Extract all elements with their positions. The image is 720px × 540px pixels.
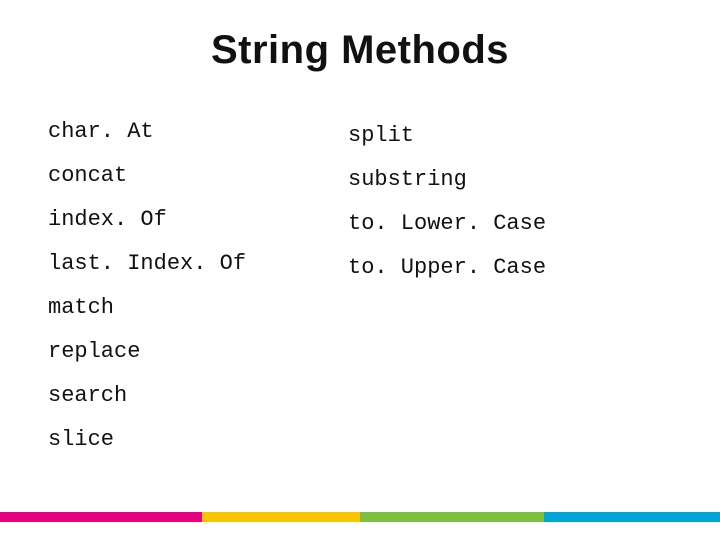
footer-color-stripe xyxy=(0,512,720,522)
content-columns: char. At concat index. Of last. Index. O… xyxy=(48,110,672,462)
list-item: to. Lower. Case xyxy=(348,202,648,246)
stripe-segment-yellow xyxy=(202,512,360,522)
left-column: char. At concat index. Of last. Index. O… xyxy=(48,110,348,462)
list-item: slice xyxy=(48,418,348,462)
stripe-segment-pink xyxy=(0,512,202,522)
stripe-segment-blue xyxy=(544,512,720,522)
list-item: index. Of xyxy=(48,198,348,242)
list-item: split xyxy=(348,114,648,158)
list-item: concat xyxy=(48,154,348,198)
right-column: split substring to. Lower. Case to. Uppe… xyxy=(348,110,648,462)
list-item: replace xyxy=(48,330,348,374)
slide: String Methods char. At concat index. Of… xyxy=(0,0,720,540)
stripe-segment-green xyxy=(360,512,544,522)
page-title: String Methods xyxy=(0,28,720,73)
list-item: search xyxy=(48,374,348,418)
list-item: char. At xyxy=(48,110,348,154)
list-item: substring xyxy=(348,158,648,202)
list-item: match xyxy=(48,286,348,330)
list-item: to. Upper. Case xyxy=(348,246,648,290)
list-item: last. Index. Of xyxy=(48,242,348,286)
